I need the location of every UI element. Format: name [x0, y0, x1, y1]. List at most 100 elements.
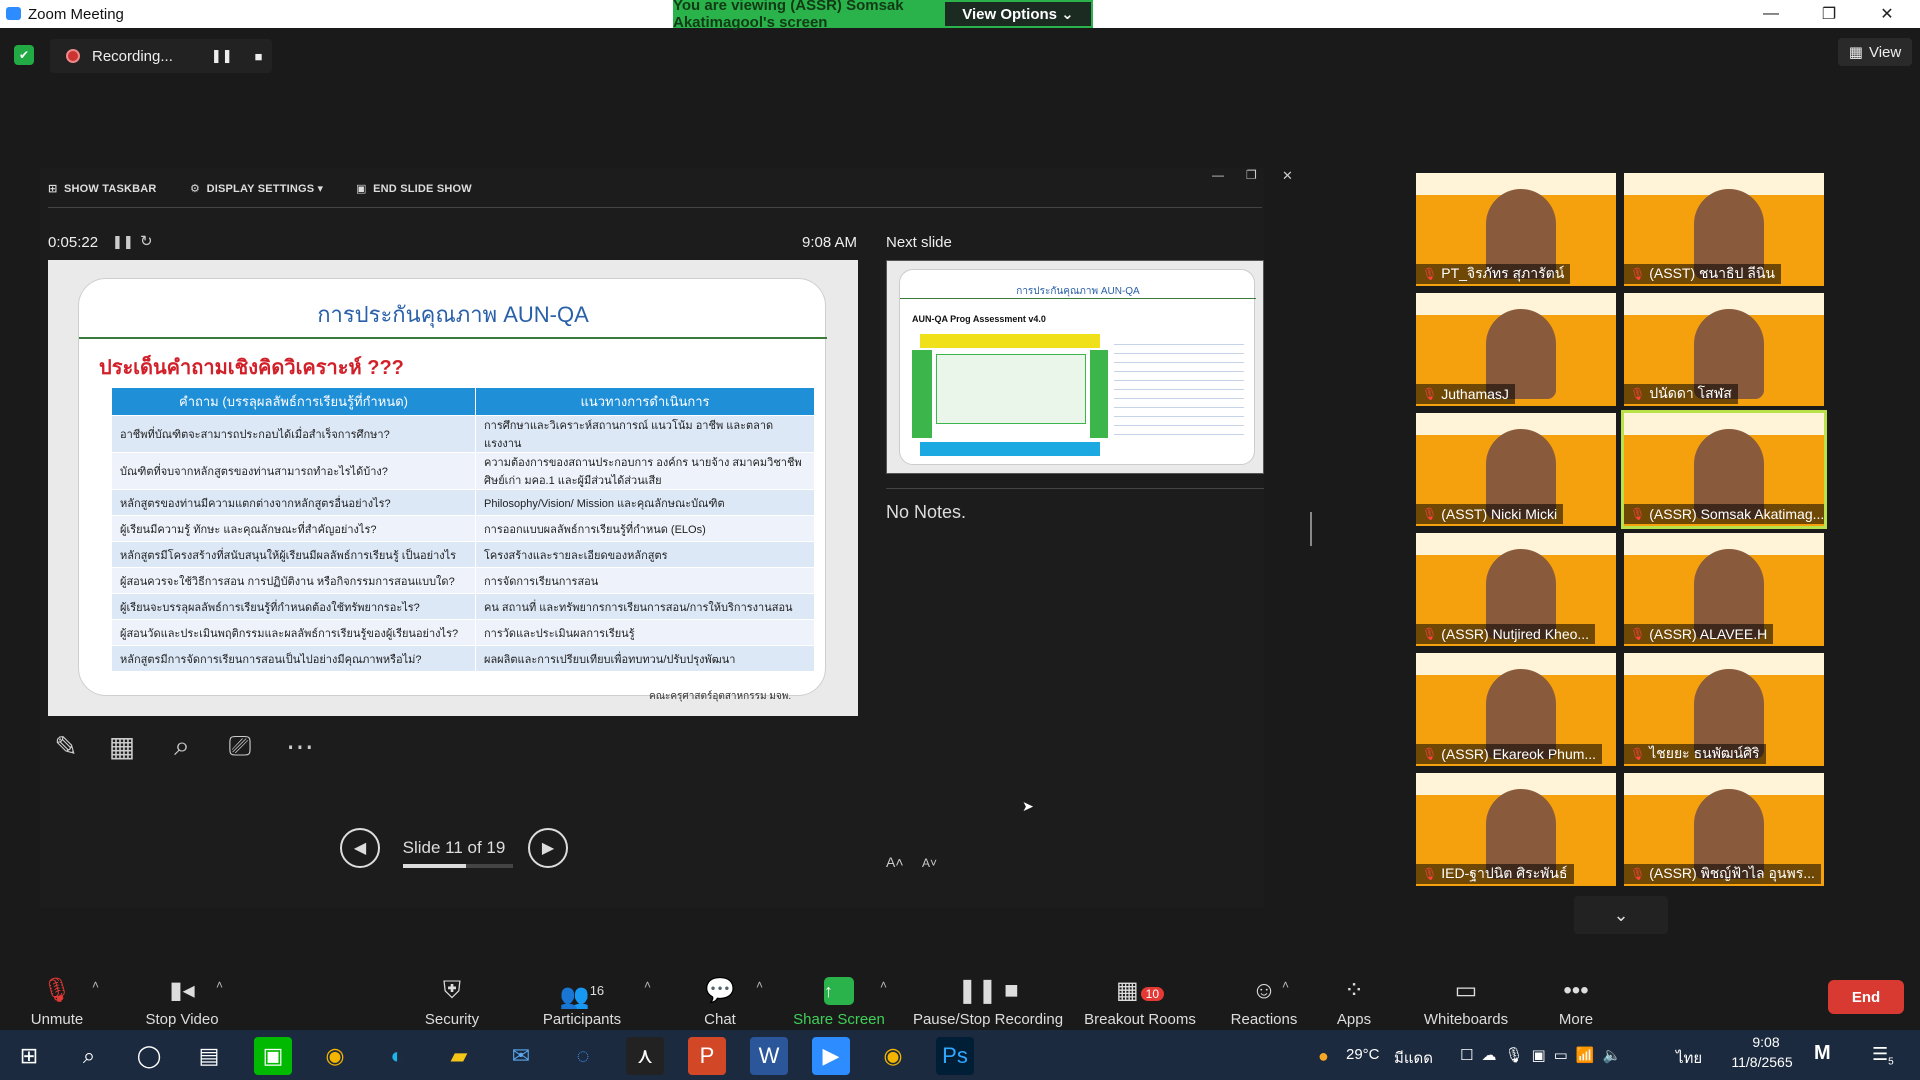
system-tray-icons[interactable]: ☐☁🎙▣▭📶🔈 [1460, 1046, 1629, 1064]
participants-caret-icon[interactable]: ˄ [644, 978, 651, 992]
photoshop-icon[interactable]: Ps [936, 1037, 974, 1075]
camera-toggle-icon[interactable]: ⎚ [222, 728, 258, 764]
show-taskbar-button[interactable]: ⊞ SHOW TASKBAR [48, 182, 157, 195]
edge-icon[interactable]: ◐ [378, 1037, 416, 1075]
restore-icon[interactable]: ❐ [1806, 0, 1852, 28]
clock-date[interactable]: 11/8/2565 [1722, 1054, 1802, 1070]
pause-timer-icon[interactable]: ❚❚ [112, 234, 134, 250]
share-screen-button[interactable]: ↑ Share Screen [786, 968, 892, 1028]
encryption-shield-icon[interactable]: ✔ [14, 45, 34, 65]
chat-button[interactable]: 💬 Chat [690, 968, 750, 1028]
table-cell-approach: ความต้องการของสถานประกอบการ องค์กร นายจ้… [475, 452, 815, 490]
gallery-scroll-down-button[interactable]: ⌄ [1574, 896, 1668, 934]
whiteboards-button[interactable]: ▭ Whiteboards [1414, 968, 1518, 1028]
panel-resize-handle[interactable] [1310, 512, 1312, 546]
unmute-button[interactable]: 🎙 Unmute [20, 968, 94, 1028]
close-icon[interactable]: ✕ [1864, 0, 1910, 28]
end-meeting-button[interactable]: End [1828, 980, 1904, 1014]
apps-button[interactable]: ⁘ Apps [1322, 968, 1386, 1028]
chrome-icon[interactable]: ◉ [316, 1037, 354, 1075]
clock-time[interactable]: 9:08 [1736, 1034, 1796, 1050]
audio-options-caret-icon[interactable]: ˄ [92, 978, 99, 992]
previous-slide-button[interactable]: ◀ [340, 828, 380, 868]
zoom-slide-icon[interactable]: ⌕ [164, 728, 200, 764]
table-cell-approach: Philosophy/Vision/ Mission และคุณลักษณะบ… [475, 489, 815, 516]
next-slide-diagram-top [920, 334, 1100, 348]
breakout-badge: 10 [1140, 987, 1165, 1001]
minimize-icon[interactable]: — [1748, 0, 1794, 28]
windows-start-icon[interactable]: ⊞ [10, 1037, 48, 1075]
share-caret-icon[interactable]: ˄ [880, 978, 887, 992]
participant-tile[interactable]: 🎙 (ASSR) Ekareok Phum... [1416, 653, 1616, 766]
next-slide-subtitle: AUN-QA Prog Assessment v4.0 [912, 314, 1046, 324]
restart-timer-icon[interactable]: ↻ [140, 232, 153, 250]
participant-name: 🎙 (ASSR) Nutjired Kheo... [1416, 624, 1596, 644]
word-icon[interactable]: W [750, 1037, 788, 1075]
participant-tile[interactable]: 🎙 ไชยยะ ธนพัฒน์ศิริ [1624, 653, 1824, 766]
video-options-caret-icon[interactable]: ˄ [216, 978, 223, 992]
participant-tile[interactable]: 🎙 (ASSR) ALAVEE.H [1624, 533, 1824, 646]
chrome-profile-icon[interactable]: ◉ [874, 1037, 912, 1075]
participant-tile[interactable]: 🎙 (ASST) Nicki Micki [1416, 413, 1616, 526]
next-slide-diagram-bottom [920, 442, 1100, 456]
view-options-button[interactable]: View Options ⌄ [943, 0, 1093, 28]
mic-muted-icon: 🎙 [1422, 627, 1438, 641]
see-all-slides-icon[interactable]: ▦ [104, 728, 140, 764]
presenter-close-icon[interactable]: ✕ [1282, 168, 1293, 184]
participant-tile[interactable]: 🎙 (ASSR) พิชญ์ฟ้าไล อุนพร... [1624, 773, 1824, 886]
table-cell-question: หลักสูตรมีการจัดการเรียนการสอนเป็นไปอย่า… [111, 645, 476, 672]
messenger-icon[interactable]: ◌ [564, 1037, 602, 1075]
zoom-taskbar-icon[interactable]: ▶ [812, 1037, 850, 1075]
stop-video-button[interactable]: ▮◂ Stop Video [132, 968, 232, 1028]
apps-label: Apps [1336, 1011, 1372, 1028]
participant-tile[interactable]: 🎙 (ASSR) Nutjired Kheo... [1416, 533, 1616, 646]
slide-navigation: ◀ Slide 11 of 19 ▶ [340, 828, 568, 868]
acrobat-icon[interactable]: ⋏ [626, 1037, 664, 1075]
view-button[interactable]: ▦ View [1838, 38, 1912, 66]
participant-tile[interactable]: 🎙 (ASSR) Somsak Akatimag... [1621, 410, 1827, 529]
presenter-restore-icon[interactable]: ❐ [1246, 168, 1257, 182]
weather-temp[interactable]: 29°C [1346, 1046, 1380, 1063]
reactions-caret-icon[interactable]: ˄ [1282, 978, 1289, 992]
cortana-icon[interactable]: ◯ [130, 1037, 168, 1075]
whiteboard-icon: ▭ [1454, 977, 1478, 1004]
more-options-icon[interactable]: ⋯ [282, 728, 318, 764]
increase-font-icon[interactable]: A˄ [886, 854, 904, 870]
search-icon[interactable]: ⌕ [70, 1037, 108, 1075]
end-slide-show-button[interactable]: ▣ END SLIDE SHOW [356, 182, 472, 195]
participant-tile[interactable]: 🎙 JuthamasJ [1416, 293, 1616, 406]
participant-tile[interactable]: 🎙 PT_จิรภัทร สุภารัตน์ [1416, 173, 1616, 286]
breakout-rooms-button[interactable]: ▦ 10 Breakout Rooms [1080, 968, 1200, 1028]
line-app-icon[interactable]: ▣ [254, 1037, 292, 1075]
pause-stop-recording-button[interactable]: ❚❚ ■ Pause/Stop Recording [908, 968, 1068, 1028]
display-settings-button[interactable]: ⚙ DISPLAY SETTINGS ▾ [190, 182, 323, 195]
participant-tile[interactable]: 🎙 IED-ฐาปนิต ศิระพันธ์ [1416, 773, 1616, 886]
security-button[interactable]: ⛨ Security [410, 968, 494, 1028]
reactions-button[interactable]: ☺ Reactions [1218, 968, 1310, 1028]
app-tray-icon[interactable]: M [1814, 1042, 1831, 1065]
mail-icon[interactable]: ✉ [502, 1037, 540, 1075]
input-language[interactable]: ไทย [1676, 1046, 1702, 1070]
participant-name: 🎙 JuthamasJ [1416, 384, 1515, 404]
file-explorer-icon[interactable]: ▰ [440, 1037, 478, 1075]
participant-tile[interactable]: 🎙 ปนัดดา โสฬส [1624, 293, 1824, 406]
task-view-icon[interactable]: ▤ [190, 1037, 228, 1075]
powerpoint-icon[interactable]: P [688, 1037, 726, 1075]
participants-button[interactable]: 👥16 Participants [536, 968, 628, 1028]
decrease-font-icon[interactable]: A˅ [922, 856, 937, 870]
pause-recording-icon[interactable]: ❚❚ [211, 48, 233, 64]
video-camera-icon: ▮◂ [169, 977, 195, 1004]
pen-icon[interactable]: ✎ [48, 728, 84, 764]
chat-caret-icon[interactable]: ˄ [756, 978, 763, 992]
mic-muted-icon: 🎙 [1630, 507, 1646, 521]
notifications-icon[interactable]: ☰5 [1872, 1044, 1894, 1068]
more-button[interactable]: ••• More [1546, 968, 1606, 1028]
next-slide-button[interactable]: ▶ [528, 828, 568, 868]
stop-recording-icon[interactable]: ■ [255, 49, 263, 64]
table-row: ผู้เรียนจะบรรลุผลลัพธ์การเรียนรู้ที่กำหน… [111, 593, 815, 620]
participant-name: 🎙 (ASSR) พิชญ์ฟ้าไล อุนพร... [1624, 864, 1821, 884]
share-arrow-icon: ↑ [824, 977, 854, 1005]
next-slide-title: การประกันคุณภาพ AUN-QA [1016, 286, 1140, 297]
presenter-minimize-icon[interactable]: — [1212, 168, 1224, 182]
participant-tile[interactable]: 🎙 (ASST) ชนาธิป ลีนิน [1624, 173, 1824, 286]
